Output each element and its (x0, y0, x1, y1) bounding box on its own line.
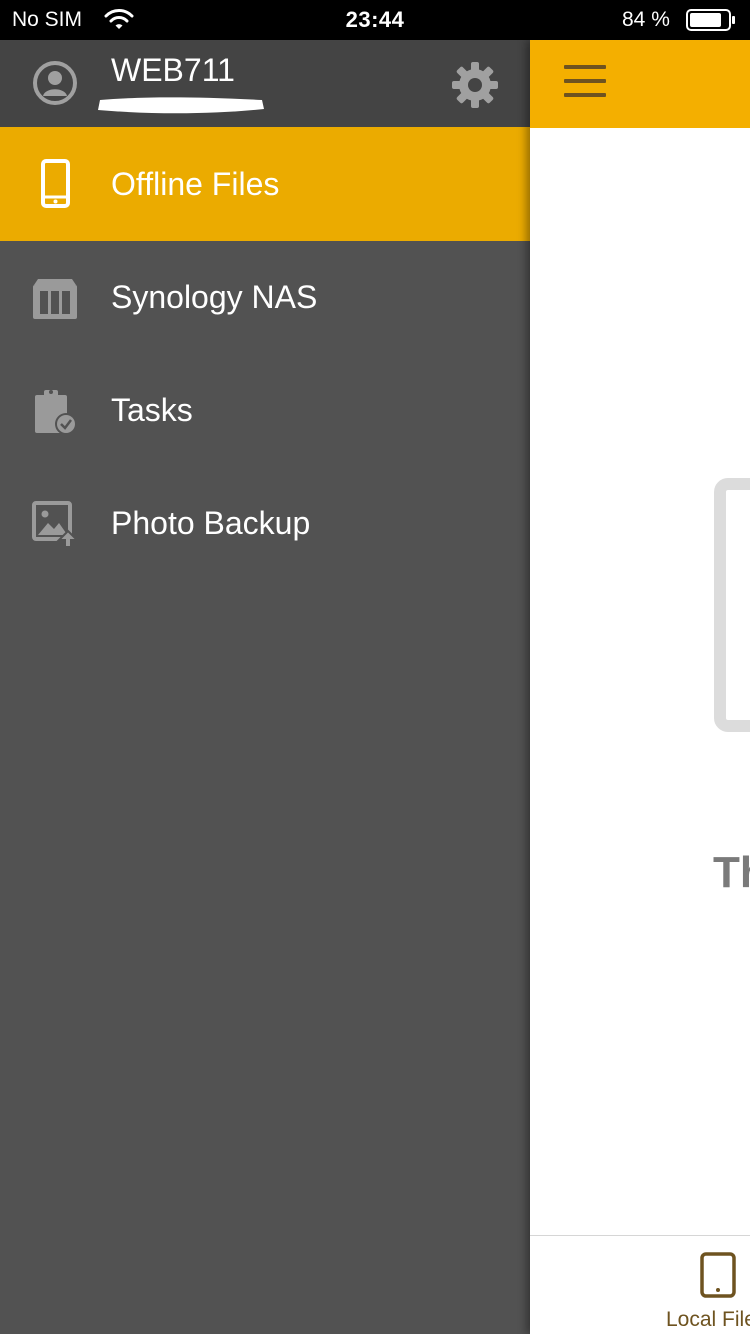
battery-icon (686, 9, 735, 31)
drawer-menu: Offline Files Synology NAS Tasks Photo B… (0, 127, 530, 580)
tab-label: Local File (666, 1308, 750, 1331)
photo-upload-icon (32, 501, 80, 548)
menu-item-label: Tasks (111, 392, 193, 428)
tab-local-files[interactable]: Local File (650, 1236, 750, 1334)
tablet-icon (700, 1252, 736, 1298)
menu-item-label: Offline Files (111, 166, 280, 202)
menu-item-offline-files[interactable]: Offline Files (0, 127, 530, 241)
battery-percent: 84 % (622, 8, 670, 31)
drawer-header: WEB711 (0, 40, 530, 127)
menu-item-label: Photo Backup (111, 505, 311, 541)
bottom-tab-bar: Local File (530, 1235, 750, 1334)
menu-item-tasks[interactable]: Tasks (0, 354, 530, 467)
redaction-scribble (98, 97, 264, 114)
main-content-pane[interactable]: Th Local File (530, 40, 750, 1334)
settings-gear-icon[interactable] (451, 61, 499, 109)
empty-state-message: Th (713, 848, 750, 897)
menu-item-photo-backup[interactable]: Photo Backup (0, 467, 530, 580)
nas-server-icon (33, 279, 77, 319)
account-username: WEB711 (111, 52, 235, 88)
smartphone-icon (41, 159, 70, 208)
clipboard-check-icon (35, 390, 77, 435)
main-toolbar (530, 40, 750, 128)
empty-state-device-icon (714, 478, 750, 732)
menu-item-synology-nas[interactable]: Synology NAS (0, 241, 530, 354)
user-avatar-icon (33, 61, 77, 105)
menu-item-label: Synology NAS (111, 279, 318, 315)
navigation-drawer: WEB711 Offline Files Synology NAS Tasks … (0, 40, 530, 1334)
status-bar: No SIM 23:44 84 % (0, 0, 750, 40)
hamburger-menu-icon[interactable] (564, 65, 608, 101)
